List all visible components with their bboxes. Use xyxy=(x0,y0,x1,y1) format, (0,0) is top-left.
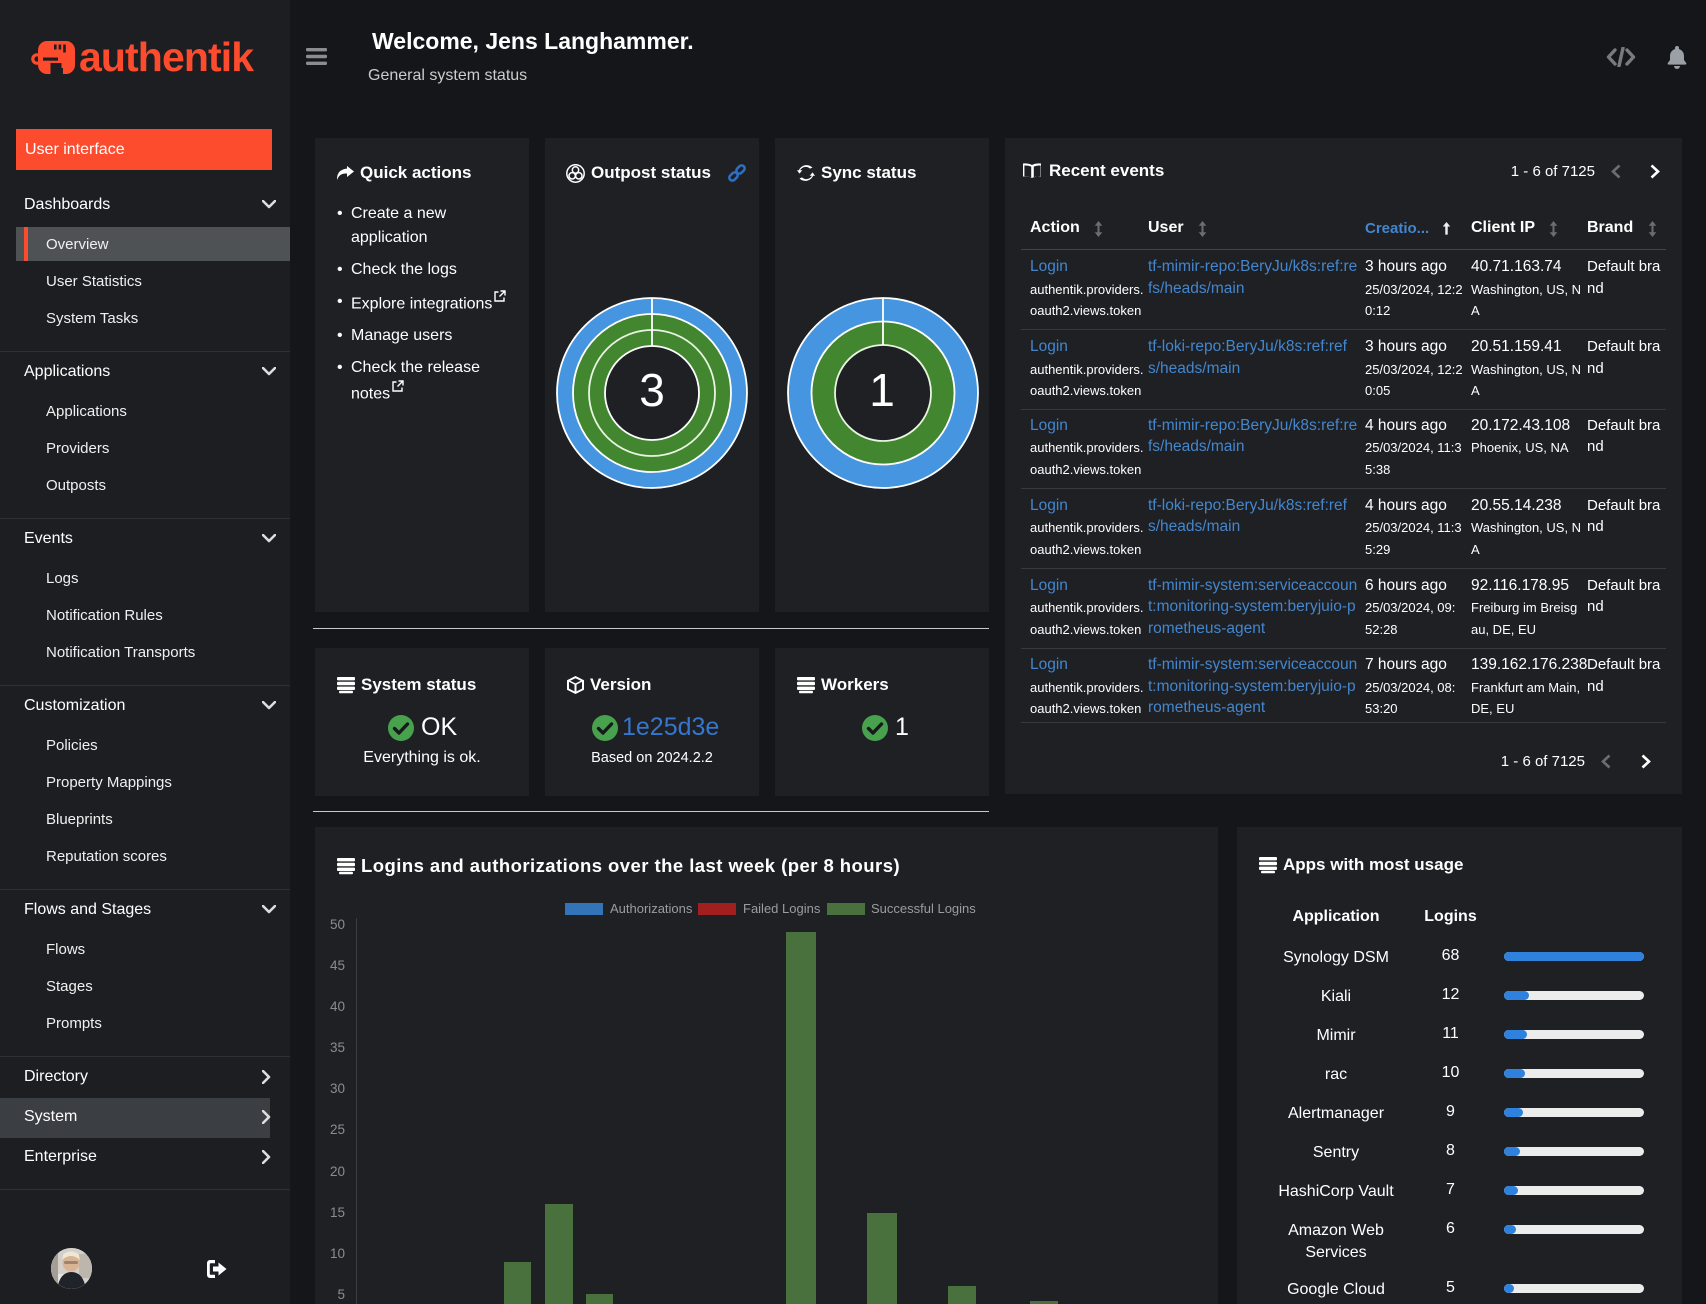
svg-text:authentik: authentik xyxy=(79,36,254,80)
